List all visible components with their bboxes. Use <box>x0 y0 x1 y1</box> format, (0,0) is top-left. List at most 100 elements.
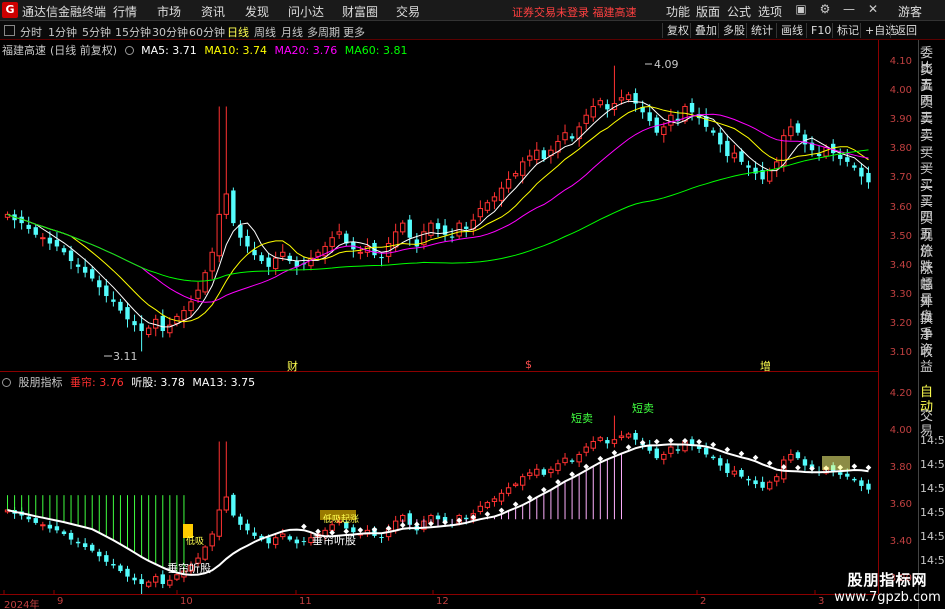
ma13-line <box>7 443 869 576</box>
menu-formula[interactable]: 公式 <box>727 3 751 20</box>
sidebar-item[interactable]: 收益 <box>920 345 945 375</box>
candle-up <box>505 178 512 189</box>
candle-down <box>139 323 144 332</box>
menu-market[interactable]: 市场 <box>157 3 181 20</box>
menu-trade[interactable]: 交易 <box>396 3 420 20</box>
ind-candle-down <box>238 516 243 525</box>
signal-dot <box>738 450 745 457</box>
ind-candle-down <box>287 536 292 540</box>
short-sell-signal-2: 短卖 <box>632 402 654 415</box>
tab-5min[interactable]: 5分钟 <box>82 24 111 40</box>
multi-stock-button[interactable]: 多股 <box>718 23 749 38</box>
ind-candle-down <box>541 469 547 475</box>
ind-candle-up <box>209 533 215 547</box>
candlestick-panel[interactable]: 福建高速 (日线 前复权) MA5: 3.71 MA10: 3.74 MA20: … <box>0 40 878 373</box>
candle-down <box>379 256 384 259</box>
tab-monthly[interactable]: 月线 <box>281 24 303 40</box>
guest-user[interactable]: 游客 <box>898 3 922 20</box>
restore-icon[interactable]: ▣ <box>794 2 808 16</box>
sidebar-time: 14:56 <box>920 554 945 567</box>
candle-down <box>711 130 716 133</box>
grid-icon[interactable] <box>4 25 15 36</box>
ind-candle-up <box>484 502 491 508</box>
candlestick-chart[interactable] <box>0 40 878 372</box>
candle-down <box>104 285 109 297</box>
main-y-tick: 3.60 <box>889 201 912 213</box>
ma5-line <box>7 100 869 328</box>
overlay-button[interactable]: 叠加 <box>690 23 721 38</box>
candle-down <box>90 269 95 279</box>
main-y-tick: 3.50 <box>889 230 912 242</box>
menu-layout[interactable]: 版面 <box>696 3 720 20</box>
candle-up <box>145 327 152 336</box>
ind-candle-down <box>111 564 116 566</box>
main-y-tick: 4.00 <box>889 84 912 96</box>
candle-down <box>739 151 744 162</box>
tab-60min[interactable]: 60分钟 <box>189 24 225 40</box>
ma60-label: MA60: 3.81 <box>344 44 408 57</box>
adjust-button[interactable]: 复权 <box>662 23 693 38</box>
menu-quotes[interactable]: 行情 <box>113 3 137 20</box>
tab-15min[interactable]: 15分钟 <box>115 24 151 40</box>
signal-dot <box>668 437 674 444</box>
draw-line-button[interactable]: 画线 <box>776 23 807 38</box>
tab-multi-period[interactable]: 多周期 <box>307 24 340 40</box>
signal-label-1: 垂帘听股 <box>167 562 211 575</box>
menu-news[interactable]: 资讯 <box>201 3 225 20</box>
tab-daily[interactable]: 日线 <box>227 24 249 40</box>
ind-candle-down <box>301 541 307 543</box>
back-button[interactable]: 返回 <box>890 23 921 38</box>
ind-candle-up <box>280 533 286 538</box>
mark-button[interactable]: 标记 <box>832 23 863 38</box>
candle-down <box>746 165 751 168</box>
ind-candle-down <box>26 516 31 520</box>
ind-candle-down <box>838 472 843 475</box>
app-logo-icon: G <box>2 2 18 18</box>
dividend-marker[interactable]: $ <box>525 358 532 371</box>
ind-candle-down <box>139 579 144 584</box>
candle-up <box>788 126 794 137</box>
indicator-name: 股朋指标 <box>18 376 63 389</box>
ind-candle-down <box>252 532 257 536</box>
candle-down <box>725 140 730 157</box>
ma10-label: MA10: 3.74 <box>204 44 268 57</box>
indicator-y-tick: 4.00 <box>889 425 912 437</box>
candle-down <box>54 240 60 247</box>
f10-button[interactable]: F10 <box>806 23 835 38</box>
minimize-icon[interactable]: — <box>842 2 856 16</box>
tab-30min[interactable]: 30分钟 <box>152 24 188 40</box>
menu-wealth[interactable]: 财富圈 <box>342 3 378 20</box>
settings-circle-icon[interactable] <box>124 46 134 55</box>
tab-1min[interactable]: 1分钟 <box>48 24 77 40</box>
signal-dot <box>752 454 759 461</box>
line1-label: 垂帘: 3.76 <box>70 376 124 389</box>
login-status[interactable]: 证券交易未登录 福建高速 <box>512 4 637 20</box>
candle-down <box>68 250 74 262</box>
stats-button[interactable]: 统计 <box>746 23 777 38</box>
tab-more[interactable]: 更多 <box>343 24 365 40</box>
candle-down <box>160 315 165 332</box>
indicator-panel[interactable]: 股朋指标 垂帘: 3.76 听股: 3.78 MA13: 3.75 短卖 短卖 … <box>0 372 878 594</box>
candle-up <box>329 237 335 247</box>
candle-down <box>605 104 610 110</box>
tab-weekly[interactable]: 周线 <box>254 24 276 40</box>
sidebar-time: 14:56 <box>920 482 945 495</box>
ind-candle-up <box>788 453 794 461</box>
candle-down <box>816 153 822 157</box>
tab-intraday[interactable]: 分时 <box>20 24 42 40</box>
time-axis: 2024年 9 10 11 12 2 3 <box>0 594 878 609</box>
gear-icon[interactable]: ⚙ <box>818 2 832 16</box>
menu-ask[interactable]: 问小达 <box>288 3 324 20</box>
menu-discover[interactable]: 发现 <box>245 3 269 20</box>
candle-down <box>407 219 412 238</box>
menu-options[interactable]: 选项 <box>758 3 782 20</box>
ind-candle-up <box>202 546 208 560</box>
ma20-label: MA20: 3.76 <box>274 44 338 57</box>
menu-bar: G 通达信金融终端 行情 市场 资讯 发现 问小达 财富圈 交易 证券交易未登录… <box>0 0 945 21</box>
close-icon[interactable]: ✕ <box>866 2 880 16</box>
ind-candle-down <box>795 452 801 459</box>
indicator-chart[interactable] <box>0 372 878 594</box>
ind-candle-down <box>654 448 659 459</box>
indicator-settings-icon[interactable] <box>2 378 11 387</box>
menu-functions[interactable]: 功能 <box>666 3 690 20</box>
